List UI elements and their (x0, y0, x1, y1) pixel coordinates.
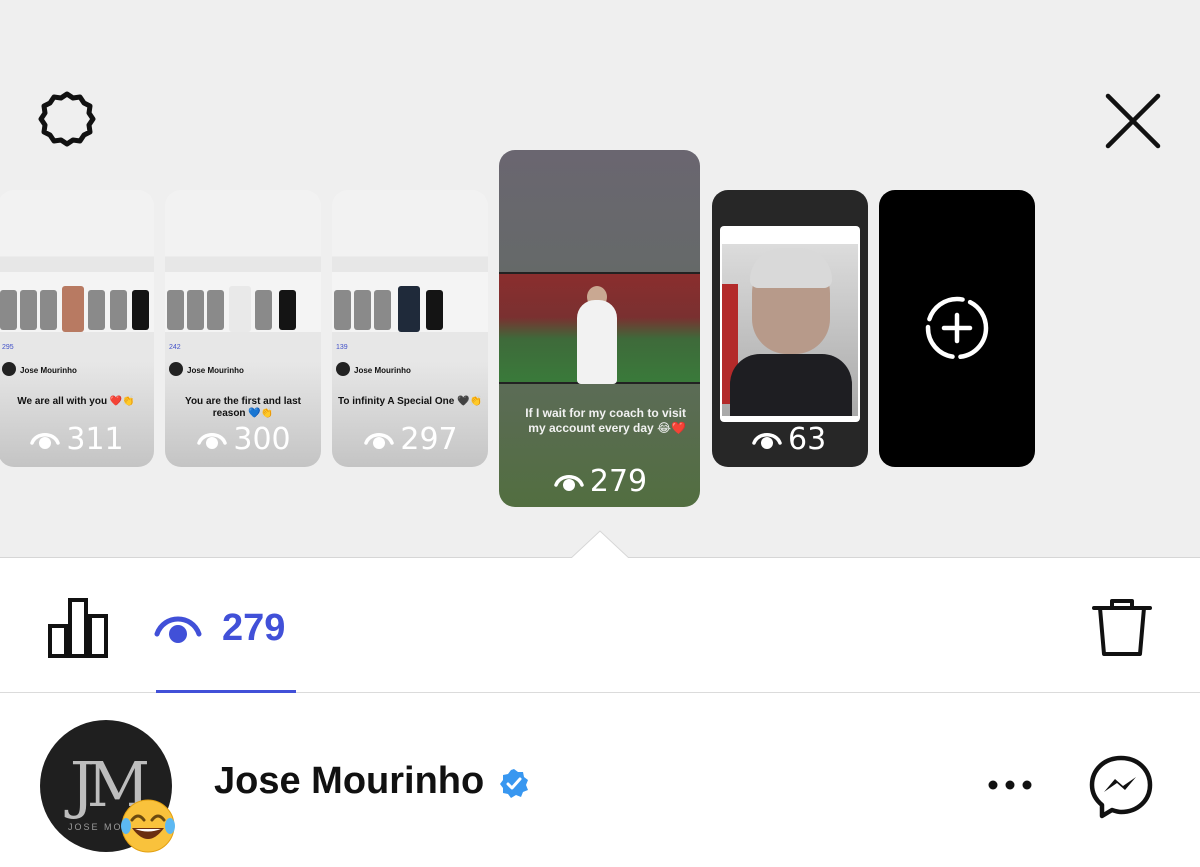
mini-view-count: 139 (336, 344, 348, 351)
story-views: 300 (233, 422, 291, 457)
insights-button[interactable] (46, 596, 110, 660)
mini-card (207, 290, 224, 330)
portrait-photo (722, 244, 858, 416)
eye-icon (364, 432, 395, 449)
mini-username: Jose Mourinho (187, 366, 244, 375)
more-horizontal-icon (988, 780, 1032, 790)
mini-username: Jose Mourinho (354, 366, 411, 375)
selection-pointer (570, 530, 630, 560)
delete-button[interactable] (1090, 596, 1154, 660)
mini-card (255, 290, 272, 330)
username[interactable]: Jose Mourinho (214, 760, 484, 803)
story-views: 297 (400, 422, 458, 457)
story-thumbnail[interactable]: 242 Jose Mourinho You are the first and … (165, 190, 321, 467)
story-caption: We are all with you ❤️👏 (17, 396, 135, 407)
viewers-count: 279 (222, 606, 286, 649)
mini-card (374, 290, 391, 330)
story-caption: You are the first and last reason 💙👏 (185, 396, 301, 419)
story-caption: If I wait for my coach to visit my accou… (525, 406, 686, 435)
mini-card (20, 290, 37, 330)
eye-icon (554, 474, 584, 491)
story-caption: To infinity A Special One 🖤👏 (338, 396, 482, 407)
story-view-count: 279 (499, 464, 700, 499)
mini-card (398, 286, 420, 332)
mini-card (132, 290, 149, 330)
active-tab-indicator (156, 690, 296, 693)
story-thumbnail[interactable]: 139 Jose Mourinho To infinity A Special … (332, 190, 488, 467)
mini-card (229, 286, 251, 332)
eye-icon (154, 616, 202, 643)
player-figure (577, 300, 617, 384)
story-thumbnail[interactable]: 295 Jose Mourinho We are all with you ❤️… (0, 190, 154, 467)
bar-chart-icon (48, 598, 108, 658)
eye-icon (197, 432, 228, 449)
mini-card (110, 290, 127, 330)
trash-icon (1092, 599, 1152, 656)
mini-card (426, 290, 443, 330)
story-view-count: 63 (712, 422, 868, 457)
story-view-count: 311 (0, 422, 154, 457)
eye-icon (30, 432, 61, 449)
mini-card (88, 290, 105, 330)
mini-card (354, 290, 371, 330)
mini-card (334, 290, 351, 330)
mini-card (62, 286, 84, 332)
mini-avatar (336, 362, 350, 376)
mini-avatar (169, 362, 183, 376)
eye-icon (752, 432, 782, 449)
mini-card (167, 290, 184, 330)
more-options-button[interactable] (984, 770, 1036, 800)
story-views: 311 (66, 422, 124, 457)
verified-badge-icon (500, 769, 528, 798)
coat-shape (730, 354, 852, 416)
mini-card (40, 290, 57, 330)
story-view-count: 300 (165, 422, 321, 457)
story-views: 63 (788, 422, 827, 457)
hair-shape (750, 248, 832, 288)
story-thumbnail-selected[interactable]: If I wait for my coach to visit my accou… (499, 150, 700, 507)
laughing-emoji-icon (121, 799, 175, 853)
story-views: 279 (589, 464, 648, 499)
messenger-icon (1089, 755, 1153, 819)
mini-avatar (2, 362, 16, 376)
mini-view-count: 295 (2, 344, 14, 351)
send-message-button[interactable] (1088, 754, 1154, 820)
story-view-count: 297 (332, 422, 488, 457)
story-thumbnail[interactable]: 63 (712, 190, 868, 467)
mini-view-count: 242 (169, 344, 181, 351)
add-story-button[interactable] (879, 190, 1035, 467)
add-story-icon (925, 296, 989, 360)
mini-card (0, 290, 17, 330)
gear-icon (38, 91, 96, 147)
viewers-tab[interactable]: 279 (154, 604, 285, 652)
settings-button[interactable] (34, 88, 100, 154)
mini-card (187, 290, 204, 330)
mini-username: Jose Mourinho (20, 366, 77, 375)
close-button[interactable] (1100, 88, 1166, 154)
close-icon (1105, 93, 1161, 149)
mini-card (279, 290, 296, 330)
